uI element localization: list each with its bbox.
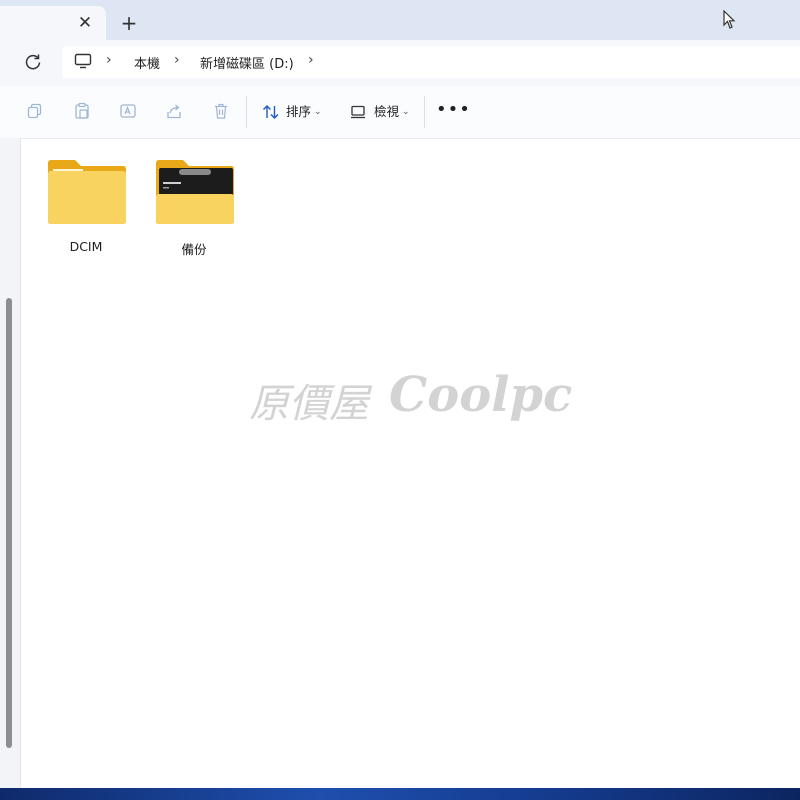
breadcrumb-separator[interactable]: › [174, 52, 180, 68]
folder-name: DCIM [69, 239, 103, 254]
navigation-scrollbar[interactable] [6, 298, 12, 748]
delete-icon[interactable] [212, 102, 230, 120]
computer-icon[interactable] [74, 53, 92, 69]
paste-icon[interactable] [73, 102, 91, 120]
rename-icon[interactable] [119, 102, 137, 120]
tab-current[interactable]: ✕ [0, 6, 106, 40]
new-tab-icon[interactable]: + [118, 12, 140, 34]
folder-icon [48, 160, 126, 224]
chevron-down-icon: ⌄ [402, 107, 410, 117]
refresh-icon[interactable] [22, 51, 44, 73]
more-options-icon[interactable]: ••• [436, 100, 470, 124]
chevron-down-icon: ⌄ [314, 107, 322, 117]
folder-item-backup[interactable]: 備份 [149, 155, 239, 257]
navigation-pane[interactable] [0, 138, 21, 790]
sort-button[interactable]: 排序 ⌄ [262, 100, 328, 124]
view-label: 檢視 [374, 104, 400, 119]
view-button[interactable]: 檢視 ⌄ [350, 100, 414, 124]
address-row: › 本機 › 新增磁碟區 (D:) › [0, 40, 800, 87]
breadcrumb-drive-d[interactable]: 新增磁碟區 (D:) [200, 53, 294, 72]
watermark: 原價屋 Coolpc [249, 367, 572, 431]
folder-name: 備份 [181, 242, 207, 257]
mouse-cursor-icon [723, 10, 736, 29]
toolbar-divider [246, 96, 247, 128]
view-icon [351, 105, 365, 119]
command-bar: 排序 ⌄ 檢視 ⌄ ••• [0, 86, 800, 139]
watermark-english-text: Coolpc [389, 367, 573, 423]
tab-bar: ✕ + [0, 0, 800, 40]
share-icon[interactable] [165, 102, 183, 120]
close-tab-icon[interactable]: ✕ [74, 12, 96, 34]
sort-icon [263, 105, 279, 119]
breadcrumb-this-pc[interactable]: 本機 [134, 53, 160, 72]
watermark-chinese-text: 原價屋 [249, 381, 369, 427]
desktop-background [0, 788, 800, 800]
toolbar-divider [424, 96, 425, 128]
sort-label: 排序 [286, 104, 312, 119]
folder-with-preview-icon [156, 160, 234, 224]
address-bar[interactable]: › 本機 › 新增磁碟區 (D:) › [62, 46, 800, 78]
breadcrumb-separator[interactable]: › [106, 52, 112, 68]
file-list: DCIM 備份 原價屋 Coolpc [21, 139, 800, 790]
copy-icon[interactable] [26, 102, 44, 120]
folder-item-dcim[interactable]: DCIM [41, 155, 131, 255]
file-explorer-window: ✕ + › 本機 › 新增磁碟區 (D:) › 排序 ⌄ 檢視 ⌄ ••• DC… [0, 0, 800, 790]
breadcrumb-separator[interactable]: › [308, 52, 314, 68]
